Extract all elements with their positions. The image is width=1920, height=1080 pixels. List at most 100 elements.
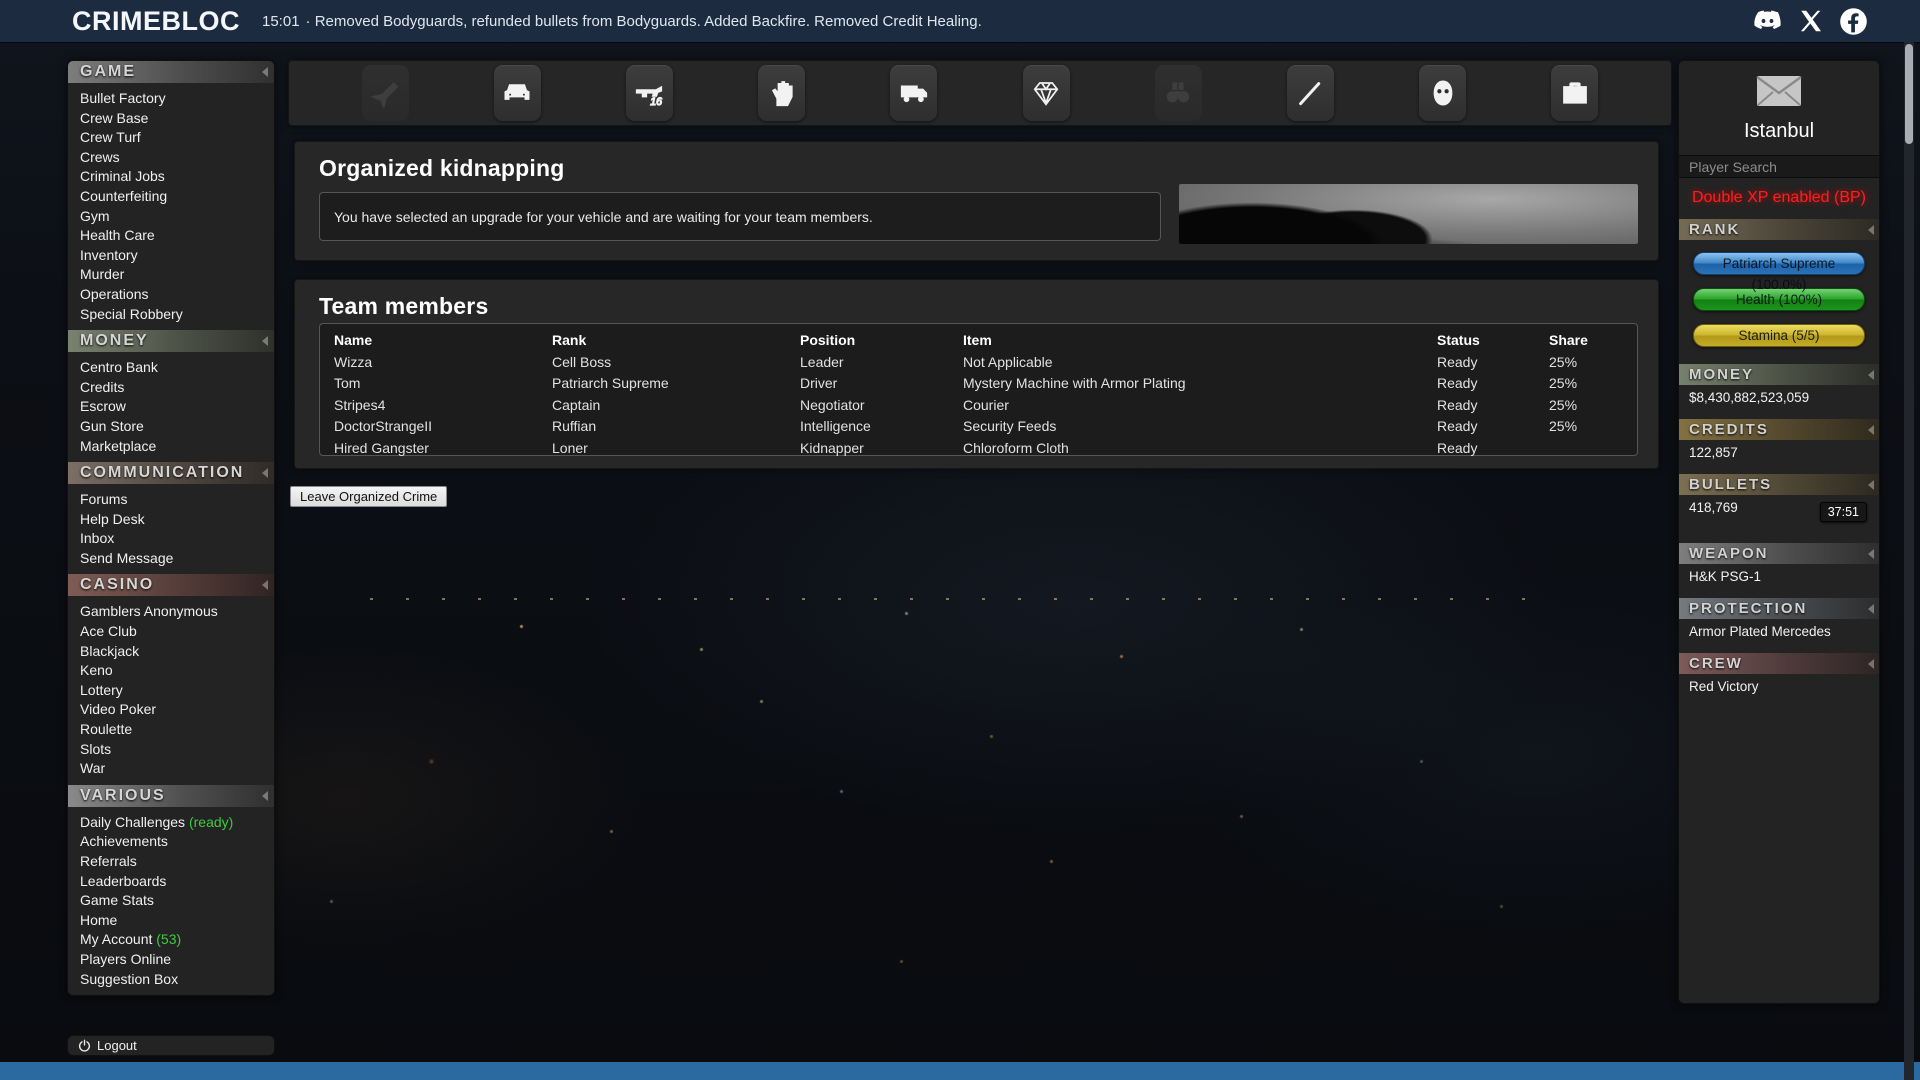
- knife-button[interactable]: [1287, 65, 1334, 121]
- rifle-icon: 16: [634, 78, 664, 108]
- sidebar-item-video-poker[interactable]: Video Poker: [80, 700, 274, 720]
- sidebar-item-keno[interactable]: Keno: [80, 661, 274, 681]
- briefcase-button[interactable]: [1551, 65, 1598, 121]
- scrollbar-track[interactable]: [1904, 42, 1914, 1080]
- rank-badge-blue[interactable]: Patriarch Supreme (100.0%): [1693, 252, 1865, 275]
- scrollbar-thumb[interactable]: [1905, 44, 1913, 144]
- sidebar-item-gun-store[interactable]: Gun Store: [80, 417, 274, 437]
- sidebar-item-centro-bank[interactable]: Centro Bank: [80, 358, 274, 378]
- table-row: WizzaCell BossLeaderNot ApplicableReady2…: [334, 352, 1623, 374]
- sidebar-item-criminal-jobs[interactable]: Criminal Jobs: [80, 167, 274, 187]
- sidebar-item-blackjack[interactable]: Blackjack: [80, 642, 274, 662]
- sidebar-item-marketplace[interactable]: Marketplace: [80, 437, 274, 457]
- sidebar-item-credits[interactable]: Credits: [80, 378, 274, 398]
- sidebar-item-players-online[interactable]: Players Online: [80, 950, 274, 970]
- rank-badge-yellow[interactable]: Stamina (5/5): [1693, 324, 1865, 347]
- balaclava-icon: [1428, 78, 1458, 108]
- table-header-row: NameRankPositionItemStatusShare: [334, 330, 1623, 352]
- leave-organized-crime-button[interactable]: Leave Organized Crime: [290, 486, 447, 507]
- table-cell: Courier: [963, 395, 1437, 417]
- sidebar-item-slots[interactable]: Slots: [80, 740, 274, 760]
- logout-button[interactable]: Logout: [67, 1035, 275, 1056]
- rank-badge-green[interactable]: Health (100%): [1693, 288, 1865, 311]
- sidebar-item-gym[interactable]: Gym: [80, 207, 274, 227]
- weapon-section-header[interactable]: WEAPON: [1679, 543, 1879, 564]
- sidebar-section-header-communication[interactable]: COMMUNICATION: [68, 462, 274, 484]
- sidebar-item-daily-challenges[interactable]: Daily Challenges (ready): [80, 813, 274, 833]
- app-logo[interactable]: CRIMEBLOC: [72, 6, 240, 37]
- table-cell: Ready: [1437, 373, 1549, 395]
- sidebar-item-send-message[interactable]: Send Message: [80, 549, 274, 569]
- sidebar-item-escrow[interactable]: Escrow: [80, 397, 274, 417]
- crew-section-header[interactable]: CREW: [1679, 653, 1879, 674]
- sidebar-item-crew-base[interactable]: Crew Base: [80, 109, 274, 129]
- svg-text:16: 16: [651, 96, 663, 108]
- sidebar-section: CASINO Gamblers AnonymousAce ClubBlackja…: [68, 574, 274, 784]
- sidebar-item-forums[interactable]: Forums: [80, 490, 274, 510]
- left-sidebar: GAME Bullet FactoryCrew BaseCrew TurfCre…: [67, 60, 275, 996]
- bullets-section-header[interactable]: BULLETS: [1679, 474, 1879, 495]
- car-button[interactable]: [494, 65, 541, 121]
- balaclava-button[interactable]: [1419, 65, 1466, 121]
- sidebar-item-murder[interactable]: Murder: [80, 265, 274, 285]
- table-cell: Leader: [800, 352, 963, 374]
- team-members-table: NameRankPositionItemStatusShareWizzaCell…: [319, 323, 1638, 456]
- column-header: Item: [963, 330, 1437, 352]
- table-cell: Negotiator: [800, 395, 963, 417]
- sidebar-item-crews[interactable]: Crews: [80, 148, 274, 168]
- sidebar-item-bullet-factory[interactable]: Bullet Factory: [80, 89, 274, 109]
- column-header: Name: [334, 330, 552, 352]
- social-links: [1753, 0, 1868, 42]
- page: CRIMEBLOC 15:01· Removed Bodyguards, ref…: [0, 0, 1920, 1080]
- rank-section-header[interactable]: RANK: [1679, 219, 1879, 240]
- stat-section-money: MONEY$8,430,882,523,059: [1679, 364, 1879, 419]
- discord-icon[interactable]: [1753, 7, 1782, 36]
- sidebar-item-home[interactable]: Home: [80, 911, 274, 931]
- sidebar-item-game-stats[interactable]: Game Stats: [80, 891, 274, 911]
- sidebar-item-leaderboards[interactable]: Leaderboards: [80, 872, 274, 892]
- column-header: Status: [1437, 330, 1549, 352]
- table-cell: Intelligence: [800, 416, 963, 438]
- sidebar-item-counterfeiting[interactable]: Counterfeiting: [80, 187, 274, 207]
- sidebar-item-roulette[interactable]: Roulette: [80, 720, 274, 740]
- sidebar-section-list: Bullet FactoryCrew BaseCrew TurfCrewsCri…: [68, 83, 274, 330]
- money-value: $8,430,882,523,059: [1679, 385, 1879, 419]
- credits-section-header[interactable]: CREDITS: [1679, 419, 1879, 440]
- sidebar-item-inbox[interactable]: Inbox: [80, 529, 274, 549]
- facebook-icon[interactable]: [1839, 7, 1868, 36]
- mail-icon-wrap[interactable]: [1679, 61, 1879, 112]
- sidebar-item-inventory[interactable]: Inventory: [80, 246, 274, 266]
- sidebar-section-header-money[interactable]: MONEY: [68, 330, 274, 352]
- sidebar-item-operations[interactable]: Operations: [80, 285, 274, 305]
- jet-icon: [370, 78, 400, 108]
- sidebar-item-help-desk[interactable]: Help Desk: [80, 510, 274, 530]
- sidebar-item-referrals[interactable]: Referrals: [80, 852, 274, 872]
- diamond-button[interactable]: [1023, 65, 1070, 121]
- sidebar-item-health-care[interactable]: Health Care: [80, 226, 274, 246]
- player-search-input[interactable]: [1679, 155, 1880, 178]
- sidebar-section-header-various[interactable]: VARIOUS: [68, 785, 274, 807]
- sidebar-item-achievements[interactable]: Achievements: [80, 832, 274, 852]
- sidebar-section: COMMUNICATION ForumsHelp DeskInboxSend M…: [68, 462, 274, 574]
- sidebar-item-crew-turf[interactable]: Crew Turf: [80, 128, 274, 148]
- x-icon[interactable]: [1796, 7, 1825, 36]
- current-city: Istanbul: [1679, 112, 1879, 155]
- rifle-button[interactable]: 16: [626, 65, 673, 121]
- sidebar-section-header-game[interactable]: GAME: [68, 61, 274, 83]
- truck-button[interactable]: [890, 65, 937, 121]
- sidebar-item-gamblers-anonymous[interactable]: Gamblers Anonymous: [80, 602, 274, 622]
- sidebar-item-lottery[interactable]: Lottery: [80, 681, 274, 701]
- kidnapping-photo: [1179, 184, 1638, 244]
- sidebar-item-war[interactable]: War: [80, 759, 274, 779]
- sidebar-section-header-casino[interactable]: CASINO: [68, 574, 274, 596]
- gloves-button[interactable]: [758, 65, 805, 121]
- sidebar-item-ace-club[interactable]: Ace Club: [80, 622, 274, 642]
- money-section-header[interactable]: MONEY: [1679, 364, 1879, 385]
- sidebar-item-my-account[interactable]: My Account (53): [80, 930, 274, 950]
- protection-section-header[interactable]: PROTECTION: [1679, 598, 1879, 619]
- sidebar-item-special-robbery[interactable]: Special Robbery: [80, 305, 274, 325]
- logout-label: Logout: [97, 1038, 137, 1053]
- crime-status-message: You have selected an upgrade for your ve…: [319, 192, 1161, 241]
- sidebar-item-suggestion-box[interactable]: Suggestion Box: [80, 970, 274, 990]
- crew-value: Red Victory: [1679, 674, 1879, 708]
